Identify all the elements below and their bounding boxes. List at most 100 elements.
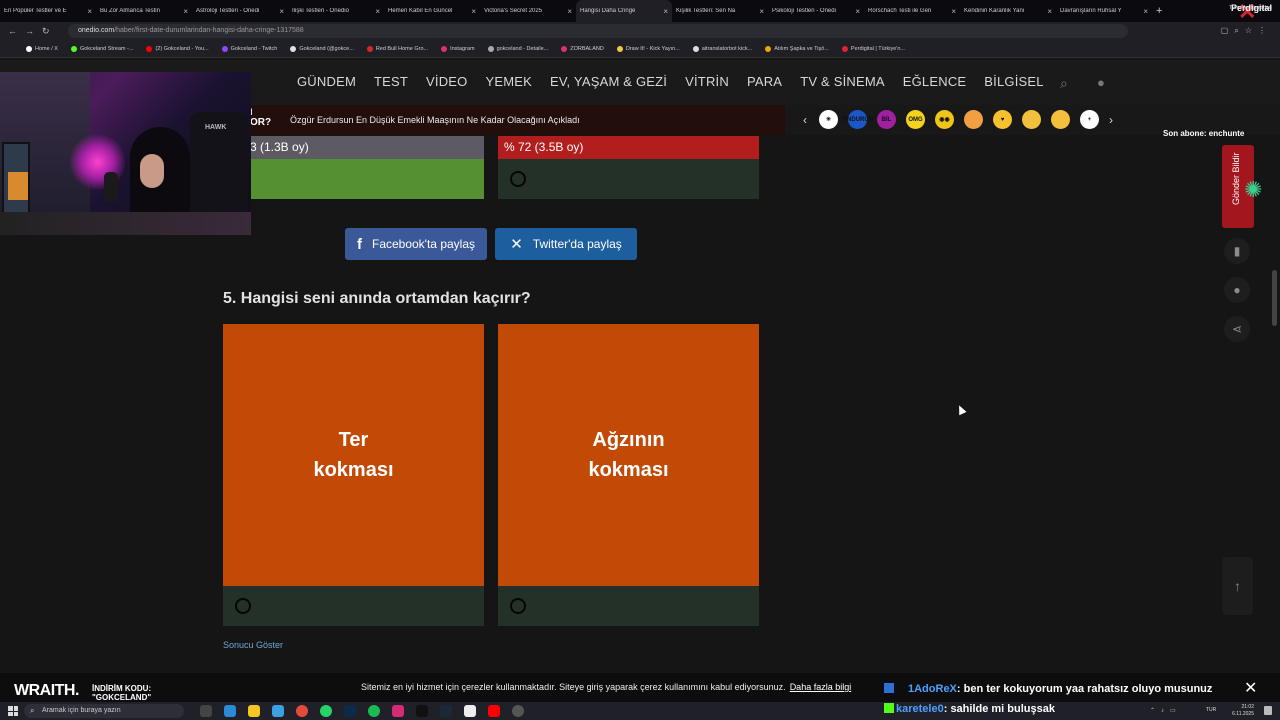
tab-close-icon[interactable]: × [471,7,476,16]
tiktok-icon[interactable] [416,705,428,717]
bookmark-item[interactable]: gokceland - Detaile... [487,45,548,52]
tab-close-icon[interactable]: × [375,7,380,16]
reaction-emoji-icon[interactable]: ♥ [993,110,1012,129]
task-view-icon[interactable] [200,705,212,717]
taskbar-clock[interactable]: 21:02 6.11.2025 [1232,704,1254,718]
tab-close-icon[interactable]: × [951,7,956,16]
reload-icon[interactable]: ↻ [42,26,50,37]
bookmark-icon[interactable]: ▮ [1224,238,1250,264]
spotify-icon[interactable] [368,705,380,717]
cookie-more-info-link[interactable]: Daha fazla bilgi [790,682,852,692]
twitter-share-button[interactable]: ✕ Twitter'da paylaş [495,228,637,260]
tab-close-icon[interactable]: × [1143,7,1148,16]
tab-close-icon[interactable]: × [183,7,188,16]
tab-close-icon[interactable]: × [759,7,764,16]
right-option-radio[interactable] [510,171,526,187]
bookmark-item[interactable]: Red Bull Home Gro... [366,45,428,52]
reaction-emoji-icon[interactable]: OMG [906,110,925,129]
option-2-radio[interactable] [510,598,526,614]
nav-item[interactable]: BİLGİSEL [984,74,1043,89]
browser-tab[interactable]: Kendinin Karanlık Yanı × [960,0,1056,22]
youtube-icon[interactable] [488,705,500,717]
photoshop-icon[interactable] [344,705,356,717]
bookmark-item[interactable]: Instagram [441,45,475,52]
chatgpt-icon[interactable]: ✺ [1244,178,1268,202]
all-bookmarks-button[interactable]: Tüm Yer İşaretleri [1229,5,1272,11]
browser-tab[interactable]: Rorschach Testi ile Gen × [864,0,960,22]
reaction-emoji-icon[interactable]: BİL [877,110,896,129]
bookmark-item[interactable]: Perdigital | Türkiye'n... [841,45,905,52]
tab-close-icon[interactable]: × [663,7,668,16]
close-icon[interactable]: ✕ [1244,678,1257,698]
browser-tab[interactable]: Hemen Kabıl En Güncel × [384,0,480,22]
facebook-share-button[interactable]: f Facebook'ta paylaş [345,228,487,260]
show-result-link[interactable]: Sonucu Göster [223,640,283,650]
nav-item[interactable]: VİTRİN [685,74,729,89]
bookmark-item[interactable]: Gokceland - Twitch [221,45,277,52]
bookmark-item[interactable]: Atılım Şapka ve Tişö... [765,45,829,52]
reaction-emoji-icon[interactable] [1051,110,1070,129]
bookmark-item[interactable]: aitranslatorbot kick... [692,45,752,52]
browser-tab[interactable]: Victoria's Secret 2025 × [480,0,576,22]
nav-item[interactable]: VİDEO [426,74,467,89]
reaction-emoji-icon[interactable]: ✳ [819,110,838,129]
browser-tab[interactable]: Bu Zor Almanca Testin × [96,0,192,22]
browser-tab[interactable]: İlişki Testleri - Onedio × [288,0,384,22]
tab-close-icon[interactable]: × [1047,7,1052,16]
windows-start-icon[interactable] [8,706,18,716]
nav-item[interactable]: YEMEK [485,74,532,89]
instagram-icon[interactable] [392,705,404,717]
browser-tab[interactable]: En Popüler Testler ve E × [0,0,96,22]
browser-tab[interactable]: Davranışların Ruhsal Y × [1056,0,1152,22]
file-explorer-icon[interactable] [248,705,260,717]
bookmark-item[interactable]: (2) Gokceland - You... [146,45,209,52]
new-tab-icon[interactable]: + [1156,5,1162,17]
capcut-icon[interactable] [464,705,476,717]
chevron-left-icon[interactable]: ‹ [803,113,807,127]
reaction-emoji-icon[interactable]: PINDURUM [841,110,874,129]
tab-close-icon[interactable]: × [279,7,284,16]
whatsapp-icon[interactable] [320,705,332,717]
tab-close-icon[interactable]: × [87,7,92,16]
nav-item[interactable]: TV & SİNEMA [800,74,885,89]
reaction-emoji-icon[interactable] [964,110,983,129]
bookmark-item[interactable]: Gokceland (@gokce... [290,45,354,52]
nav-item[interactable]: EĞLENCE [903,74,967,89]
input-language[interactable]: TUR [1206,707,1216,713]
nav-item[interactable]: PARA [747,74,782,89]
option-card-2[interactable]: Ağzının kokması [498,324,759,586]
forward-icon[interactable]: → [25,26,34,36]
obs-icon[interactable] [512,705,524,717]
bookmark-item[interactable]: Draw It! - Kick Yayın... [616,45,680,52]
reaction-emoji-icon[interactable]: ◉◉ [935,110,954,129]
taskbar-search-input[interactable]: ⌕ Aramak için buraya yazın [24,704,184,718]
browser-tab[interactable]: Hangisi Daha Cringe × [576,0,672,22]
system-tray[interactable]: ⌃♪▭ [1150,707,1182,714]
scrollbar-thumb[interactable] [1272,270,1277,326]
tab-close-icon[interactable]: × [855,7,860,16]
chevron-right-icon[interactable]: › [1109,113,1113,127]
user-icon[interactable]: ● [1097,75,1111,91]
scroll-to-top-button[interactable]: ↑ [1222,557,1253,615]
url-field[interactable]: onedio.com/haber/first-date-durumlarinda… [68,24,1128,38]
address-bar-actions[interactable]: ▢⌕☆⋮ [1221,26,1272,36]
bookmark-item[interactable]: Home / X [26,45,58,52]
reaction-emoji-icon[interactable]: + [1080,110,1099,129]
nav-item[interactable]: TEST [374,74,408,89]
option-1-radio[interactable] [235,598,251,614]
option-card-1[interactable]: Ter kokması [223,324,484,586]
browser-tab[interactable]: Astroloji Testleri - Onedi × [192,0,288,22]
nav-item[interactable]: GÜNDEM [297,74,356,89]
nav-item[interactable]: EV, YAŞAM & GEZİ [550,74,667,89]
share-icon[interactable]: ⋖ [1224,316,1250,342]
back-icon[interactable]: ← [8,26,17,36]
photos-icon[interactable] [272,705,284,717]
tab-close-icon[interactable]: × [567,7,572,16]
bookmark-item[interactable]: ZORBALAND [561,45,604,52]
search-icon[interactable]: ⌕ [1060,75,1076,91]
browser-tab[interactable]: Psikoloji Testleri - Onedi × [768,0,864,22]
browser-tab[interactable]: Kişilik Testleri: Sen Na × [672,0,768,22]
chrome-icon[interactable] [296,705,308,717]
ticker-headline[interactable]: Özgür Erdursun En Düşük Emekli Maaşının … [290,115,580,125]
reaction-emoji-icon[interactable] [1022,110,1041,129]
